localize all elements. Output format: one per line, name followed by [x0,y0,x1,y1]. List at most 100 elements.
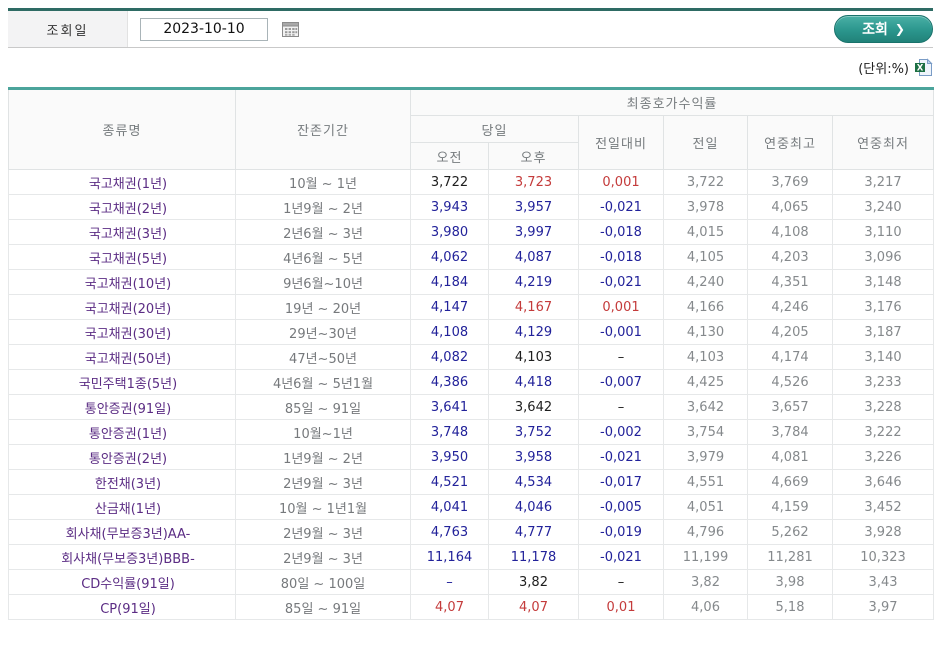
cell-prev: 4,796 [664,520,748,545]
table-row: 국고채권(20년)19년 ~ 20년4,1474,1670,0014,1664,… [9,295,934,320]
cell-year-low: 3,228 [833,395,934,420]
cell-year-high: 4,203 [748,245,833,270]
cell-pm: 4,777 [489,520,579,545]
table-row: 국고채권(1년)10월 ~ 1년3,7223,7230,0013,7223,76… [9,170,934,195]
cell-prev: 4,06 [664,595,748,620]
cell-year-low: 3,452 [833,495,934,520]
query-input-cell [128,11,300,47]
cell-prev: 4,240 [664,270,748,295]
cell-prev: 3,642 [664,395,748,420]
cell-pm: 4,07 [489,595,579,620]
table-row: 국고채권(2년)1년9월 ~ 2년3,9433,957-0,0213,9784,… [9,195,934,220]
cell-period: 2년9월 ~ 3년 [236,545,411,570]
date-input[interactable] [140,18,268,41]
cell-change: – [579,345,664,370]
header-pm: 오후 [489,143,579,170]
cell-am: 4,763 [411,520,489,545]
cell-year-high: 4,526 [748,370,833,395]
cell-period: 4년6월 ~ 5년 [236,245,411,270]
header-year-high: 연중최고 [748,116,833,170]
svg-text:X: X [917,64,924,74]
cell-am: 4,07 [411,595,489,620]
cell-period: 80일 ~ 100일 [236,570,411,595]
cell-name: 통안증권(1년) [9,420,236,445]
cell-year-low: 3,43 [833,570,934,595]
cell-name: CD수익률(91일) [9,570,236,595]
table-row: 회사채(무보증3년)BBB-2년9월 ~ 3년11,16411,178-0,02… [9,545,934,570]
table-row: CP(91일)85일 ~ 91일4,074,070,014,065,183,97 [9,595,934,620]
cell-prev: 4,425 [664,370,748,395]
cell-year-low: 10,323 [833,545,934,570]
cell-am: 11,164 [411,545,489,570]
calendar-icon[interactable] [282,21,300,38]
cell-period: 2년9월 ~ 3년 [236,520,411,545]
header-yield-group: 최종호가수익률 [411,89,934,116]
cell-year-high: 5,262 [748,520,833,545]
cell-year-low: 3,140 [833,345,934,370]
cell-change: – [579,395,664,420]
cell-change: 0,01 [579,595,664,620]
cell-year-low: 3,226 [833,445,934,470]
header-change: 전일대비 [579,116,664,170]
table-row: 국고채권(50년)47년~50년4,0824,103–4,1034,1743,1… [9,345,934,370]
search-button-label: 조회 [862,19,888,39]
unit-note: (단위:%) [858,58,909,77]
table-row: 통안증권(1년)10월~1년3,7483,752-0,0023,7543,784… [9,420,934,445]
cell-pm: 4,534 [489,470,579,495]
cell-pm: 4,167 [489,295,579,320]
table-row: 국고채권(3년)2년6월 ~ 3년3,9803,997-0,0184,0154,… [9,220,934,245]
cell-year-low: 3,928 [833,520,934,545]
cell-pm: 3,752 [489,420,579,445]
table-row: 통안증권(2년)1년9월 ~ 2년3,9503,958-0,0213,9794,… [9,445,934,470]
cell-pm: 4,418 [489,370,579,395]
cell-period: 47년~50년 [236,345,411,370]
cell-change: -0,018 [579,245,664,270]
cell-name: 회사채(무보증3년)AA- [9,520,236,545]
cell-year-high: 3,98 [748,570,833,595]
cell-name: 국고채권(30년) [9,320,236,345]
cell-prev: 4,051 [664,495,748,520]
cell-change: -0,007 [579,370,664,395]
cell-year-low: 3,187 [833,320,934,345]
cell-year-high: 3,657 [748,395,833,420]
cell-prev: 3,978 [664,195,748,220]
cell-year-low: 3,176 [833,295,934,320]
cell-period: 2년9월 ~ 3년 [236,470,411,495]
cell-name: 국고채권(20년) [9,295,236,320]
cell-change: – [579,570,664,595]
cell-prev: 3,754 [664,420,748,445]
header-name: 종류명 [9,89,236,170]
cell-prev: 4,166 [664,295,748,320]
cell-pm: 3,957 [489,195,579,220]
cell-am: 4,521 [411,470,489,495]
header-today-group: 당일 [411,116,579,143]
cell-year-high: 4,108 [748,220,833,245]
query-bar: 조회일 조회 ❯ [8,8,933,48]
table-row: 통안증권(91일)85일 ~ 91일3,6413,642–3,6423,6573… [9,395,934,420]
unit-row: (단위:%) X [8,48,933,87]
cell-year-high: 4,065 [748,195,833,220]
cell-change: -0,018 [579,220,664,245]
cell-prev: 4,130 [664,320,748,345]
cell-name: 국고채권(1년) [9,170,236,195]
cell-period: 19년 ~ 20년 [236,295,411,320]
excel-download-icon[interactable]: X [914,58,933,77]
header-year-low: 연중최저 [833,116,934,170]
cell-year-high: 4,669 [748,470,833,495]
cell-change: -0,005 [579,495,664,520]
cell-prev: 3,82 [664,570,748,595]
cell-year-high: 4,351 [748,270,833,295]
cell-year-low: 3,646 [833,470,934,495]
cell-period: 1년9월 ~ 2년 [236,445,411,470]
cell-change: 0,001 [579,295,664,320]
cell-year-high: 4,081 [748,445,833,470]
cell-am: 4,062 [411,245,489,270]
cell-name: 국고채권(10년) [9,270,236,295]
cell-change: -0,021 [579,270,664,295]
cell-year-high: 3,769 [748,170,833,195]
cell-change: -0,001 [579,320,664,345]
table-row: 국민주택1종(5년)4년6월 ~ 5년1월4,3864,418-0,0074,4… [9,370,934,395]
search-button[interactable]: 조회 ❯ [834,15,933,43]
cell-name: 국고채권(3년) [9,220,236,245]
cell-period: 4년6월 ~ 5년1월 [236,370,411,395]
